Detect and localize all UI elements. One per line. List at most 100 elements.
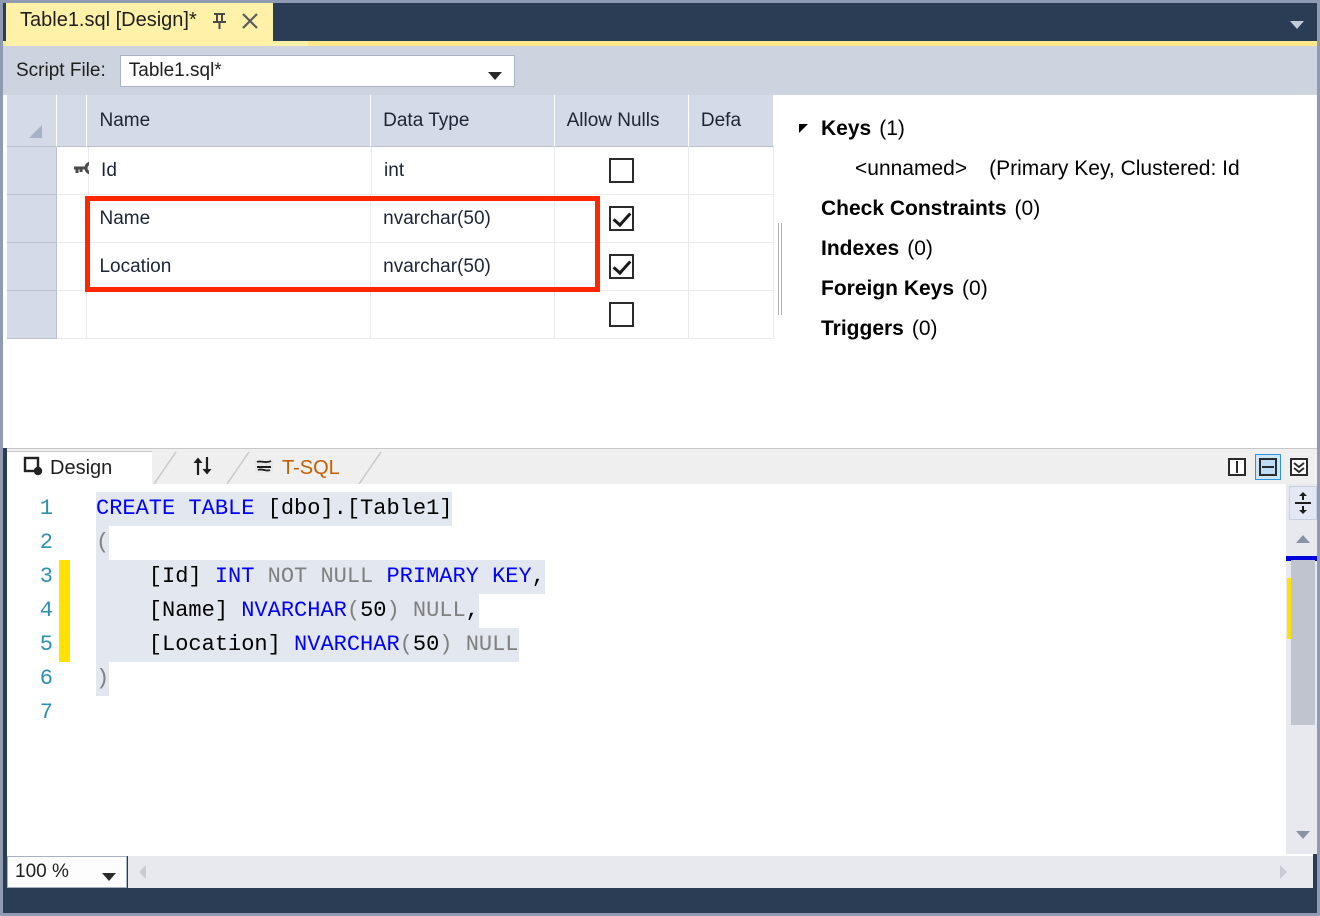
editor-split-handle[interactable] (1289, 486, 1317, 520)
code-line[interactable]: 2( (7, 526, 545, 560)
allow-nulls-checkbox[interactable] (609, 158, 634, 183)
row-selector-cell[interactable] (7, 291, 57, 339)
zoom-level-combobox[interactable]: 100 % (7, 856, 127, 888)
split-vertical-button[interactable] (1224, 454, 1250, 480)
code-token: NOT NULL (268, 560, 374, 594)
code-token: ( (347, 594, 360, 628)
code-token: NULL (413, 594, 466, 628)
line-number: 3 (7, 560, 59, 594)
select-all-corner[interactable] (7, 95, 57, 147)
row-data-type-cell-text: nvarchar(50) (383, 256, 491, 278)
triangle-down-icon[interactable] (787, 121, 821, 137)
tree-node-label: Indexes (821, 237, 899, 261)
row-name-cell[interactable]: Name (87, 195, 371, 243)
tsql-editor[interactable]: 1CREATE TABLE [dbo].[Table1]2(3 [Id] INT… (7, 484, 1320, 854)
tab-design[interactable]: Design (7, 451, 152, 485)
script-file-value: Table1.sql* (129, 60, 222, 82)
column-header-name[interactable]: Name (87, 95, 371, 147)
row-allow-nulls-cell[interactable] (555, 195, 689, 243)
collapse-pane-button[interactable] (1286, 454, 1312, 480)
table-row[interactable]: Location nvarchar(50) (7, 243, 774, 291)
design-surface-icon (23, 456, 43, 481)
code-line[interactable]: 5 [Location] NVARCHAR(50) NULL (7, 628, 545, 662)
tree-node-count: (0) (912, 317, 938, 341)
tree-node-foreign-keys[interactable]: Foreign Keys(0) (787, 269, 1320, 309)
table-row[interactable]: Name nvarchar(50) (7, 195, 774, 243)
change-bar (59, 594, 70, 628)
line-number: 4 (7, 594, 59, 628)
tree-node-keys[interactable]: Keys(1) (787, 109, 1320, 149)
table-row[interactable] (7, 291, 774, 339)
row-default-cell[interactable] (689, 243, 774, 291)
tree-node-check-constraints[interactable]: Check Constraints(0) (787, 189, 1320, 229)
row-allow-nulls-cell[interactable] (555, 243, 689, 291)
designer-view-tabstrip: Design T-S (7, 448, 1320, 484)
tab-swap-panes[interactable] (175, 451, 231, 485)
pin-icon[interactable] (209, 10, 229, 32)
close-icon[interactable] (239, 10, 261, 32)
row-key-cell[interactable] (57, 195, 87, 243)
row-data-type-cell[interactable] (371, 291, 554, 339)
column-header-allow-nulls[interactable]: Allow Nulls (555, 95, 689, 147)
tsql-code[interactable]: 1CREATE TABLE [dbo].[Table1]2(3 [Id] INT… (7, 492, 545, 730)
panel-splitter[interactable] (774, 95, 787, 448)
document-tab-table1[interactable]: Table1.sql [Design]* (6, 0, 273, 41)
split-horizontal-button[interactable] (1255, 454, 1281, 480)
row-key-cell[interactable] (57, 147, 89, 195)
row-key-cell[interactable] (57, 291, 87, 339)
code-line[interactable]: 4 [Name] NVARCHAR(50) NULL, (7, 594, 545, 628)
row-selector-cell[interactable] (7, 147, 57, 195)
editor-vertical-scrollbar[interactable] (1286, 484, 1320, 854)
tab-separator-3 (357, 451, 391, 485)
tab-tsql[interactable]: T-SQL (245, 451, 363, 485)
column-header-name-label: Name (99, 110, 150, 132)
tree-node-count: (0) (907, 237, 933, 261)
tree-node-indexes[interactable]: Indexes (0) (787, 229, 1320, 269)
column-header-default[interactable]: Defa (689, 95, 774, 147)
row-allow-nulls-cell[interactable] (555, 291, 689, 339)
row-name-cell[interactable] (87, 291, 371, 339)
tab-design-label: Design (50, 457, 112, 480)
change-bar (59, 696, 70, 730)
allow-nulls-checkbox[interactable] (609, 206, 634, 231)
scroll-down-button[interactable] (1286, 822, 1320, 848)
allow-nulls-checkbox[interactable] (609, 302, 634, 327)
table-designer-window: Table1.sql [Design]* Script File: Table1… (0, 0, 1320, 916)
column-header-key[interactable] (57, 95, 87, 147)
row-name-cell-text: Name (99, 208, 150, 230)
code-token: ( (400, 628, 413, 662)
chevron-down-icon[interactable] (1284, 14, 1310, 34)
row-default-cell[interactable] (689, 291, 774, 339)
table-row[interactable]: Idint (7, 147, 774, 195)
tree-node-label: Triggers (821, 317, 904, 341)
row-allow-nulls-cell[interactable] (555, 147, 689, 195)
row-selector-cell[interactable] (7, 243, 57, 291)
column-header-data-type[interactable]: Data Type (371, 95, 554, 147)
allow-nulls-checkbox[interactable] (609, 254, 634, 279)
tree-node-label: Foreign Keys (821, 277, 954, 301)
row-selector-cell[interactable] (7, 195, 57, 243)
row-data-type-cell[interactable]: int (372, 147, 555, 195)
script-file-combobox[interactable]: Table1.sql* (120, 55, 515, 87)
code-line[interactable]: 3 [Id] INT NOT NULL PRIMARY KEY, (7, 560, 545, 594)
row-default-cell[interactable] (689, 195, 774, 243)
editor-scroll-thumb[interactable] (1291, 560, 1315, 725)
code-line[interactable]: 6) (7, 662, 545, 696)
row-name-cell[interactable]: Id (89, 147, 372, 195)
scroll-up-button[interactable] (1286, 526, 1320, 552)
code-line[interactable]: 1CREATE TABLE [dbo].[Table1] (7, 492, 545, 526)
row-data-type-cell[interactable]: nvarchar(50) (371, 243, 554, 291)
code-token: [Name] (96, 594, 241, 628)
code-line[interactable]: 7 (7, 696, 545, 730)
triangle-left-icon[interactable] (128, 863, 158, 881)
row-default-cell[interactable] (689, 147, 774, 195)
row-name-cell[interactable]: Location (87, 243, 371, 291)
tree-child-key-unnamed[interactable]: <unnamed>(Primary Key, Clustered: Id (787, 149, 1320, 189)
triangle-right-icon[interactable] (1253, 863, 1313, 881)
change-bar (59, 628, 70, 662)
tree-node-triggers[interactable]: Triggers (0) (787, 309, 1320, 349)
editor-horizontal-scrollbar[interactable] (128, 856, 1313, 888)
row-key-cell[interactable] (57, 243, 87, 291)
split-view-buttons (1224, 454, 1312, 480)
row-data-type-cell[interactable]: nvarchar(50) (371, 195, 554, 243)
